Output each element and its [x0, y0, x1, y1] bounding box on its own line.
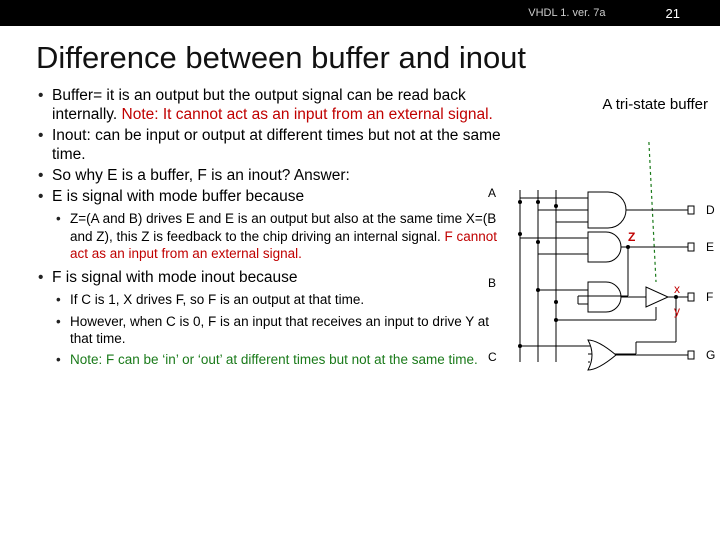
- tri-state-label: A tri-state buffer: [602, 96, 708, 113]
- bullet-5-3: Note: F can be ‘in’ or ‘out’ at differen…: [56, 351, 506, 368]
- label-G: G: [706, 348, 715, 362]
- label-B: B: [488, 276, 496, 290]
- label-y: y: [674, 304, 680, 318]
- label-C: C: [488, 350, 497, 364]
- bullet-5-2: However, when C is 0, F is an input that…: [56, 313, 506, 348]
- bullet-4-1: Z=(A and B) drives E and E is an output …: [56, 210, 506, 262]
- label-D: D: [706, 203, 715, 217]
- bullet-5-3b: F can be ‘in’ or ‘out’ at different time…: [106, 352, 478, 367]
- doc-id: VHDL 1. ver. 7a: [528, 7, 605, 19]
- bullet-4: E is signal with mode buffer because: [36, 187, 506, 206]
- label-F: F: [706, 290, 713, 304]
- slide-title: Difference between buffer and inout: [36, 40, 720, 76]
- bullet-5: F is signal with mode inout because: [36, 268, 506, 287]
- label-E: E: [706, 240, 714, 254]
- bullet-1-note: Note: It cannot act as an input from an …: [122, 106, 493, 123]
- slide-header: VHDL 1. ver. 7a 21: [0, 0, 720, 26]
- diagram-column: A tri-state buffer: [506, 86, 716, 374]
- bullet-4-1a: Z=(A and B) drives E and E is an output …: [70, 211, 496, 243]
- page-number: 21: [666, 6, 680, 21]
- label-A: A: [488, 186, 496, 200]
- bullet-4-sub: Z=(A and B) drives E and E is an output …: [36, 210, 506, 262]
- bullet-5-sub: If C is 1, X drives F, so F is an output…: [36, 291, 506, 368]
- bullet-5-3a: Note:: [70, 352, 106, 367]
- bullet-2: Inout: can be input or output at differe…: [36, 126, 506, 164]
- bullet-1: Buffer= it is an output but the output s…: [36, 86, 506, 124]
- bullet-5-1: If C is 1, X drives F, so F is an output…: [56, 291, 506, 308]
- label-Z: Z: [628, 230, 635, 244]
- slide-body: Buffer= it is an output but the output s…: [0, 86, 720, 374]
- label-x: x: [674, 282, 680, 296]
- bullet-3: So why E is a buffer, F is an inout? Ans…: [36, 166, 506, 185]
- circuit-diagram: [498, 142, 718, 402]
- text-column: Buffer= it is an output but the output s…: [36, 86, 506, 374]
- bullet-list: Buffer= it is an output but the output s…: [36, 86, 506, 368]
